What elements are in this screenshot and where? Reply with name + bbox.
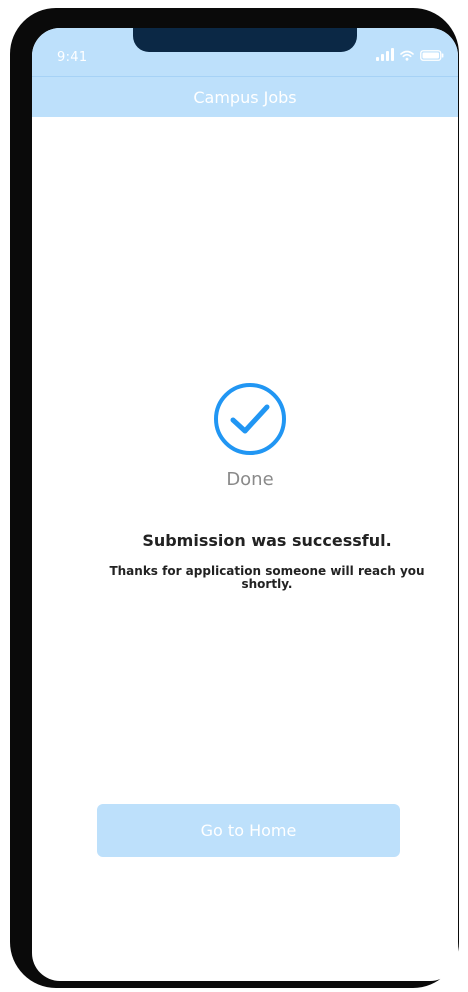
status-bar: 9:41: [32, 28, 458, 76]
cellular-signal-icon: [376, 48, 394, 61]
device-frame: 9:41 Campus Jobs Done Submission was suc…: [10, 8, 459, 988]
wifi-icon: [400, 50, 414, 61]
page-title: Campus Jobs: [193, 87, 297, 107]
check-circle-icon: [214, 383, 286, 455]
battery-icon: [420, 50, 444, 61]
success-heading: Submission was successful.: [142, 531, 392, 550]
app-screen: 9:41 Campus Jobs Done Submission was suc…: [32, 28, 458, 981]
status-icons: [376, 48, 444, 61]
status-time: 9:41: [57, 50, 88, 65]
device-notch: [133, 28, 357, 52]
go-to-home-button[interactable]: Go to Home: [97, 804, 400, 857]
success-message: Thanks for application someone will reac…: [109, 564, 425, 591]
app-header: Campus Jobs: [32, 76, 458, 117]
status-label: Done: [226, 469, 274, 490]
